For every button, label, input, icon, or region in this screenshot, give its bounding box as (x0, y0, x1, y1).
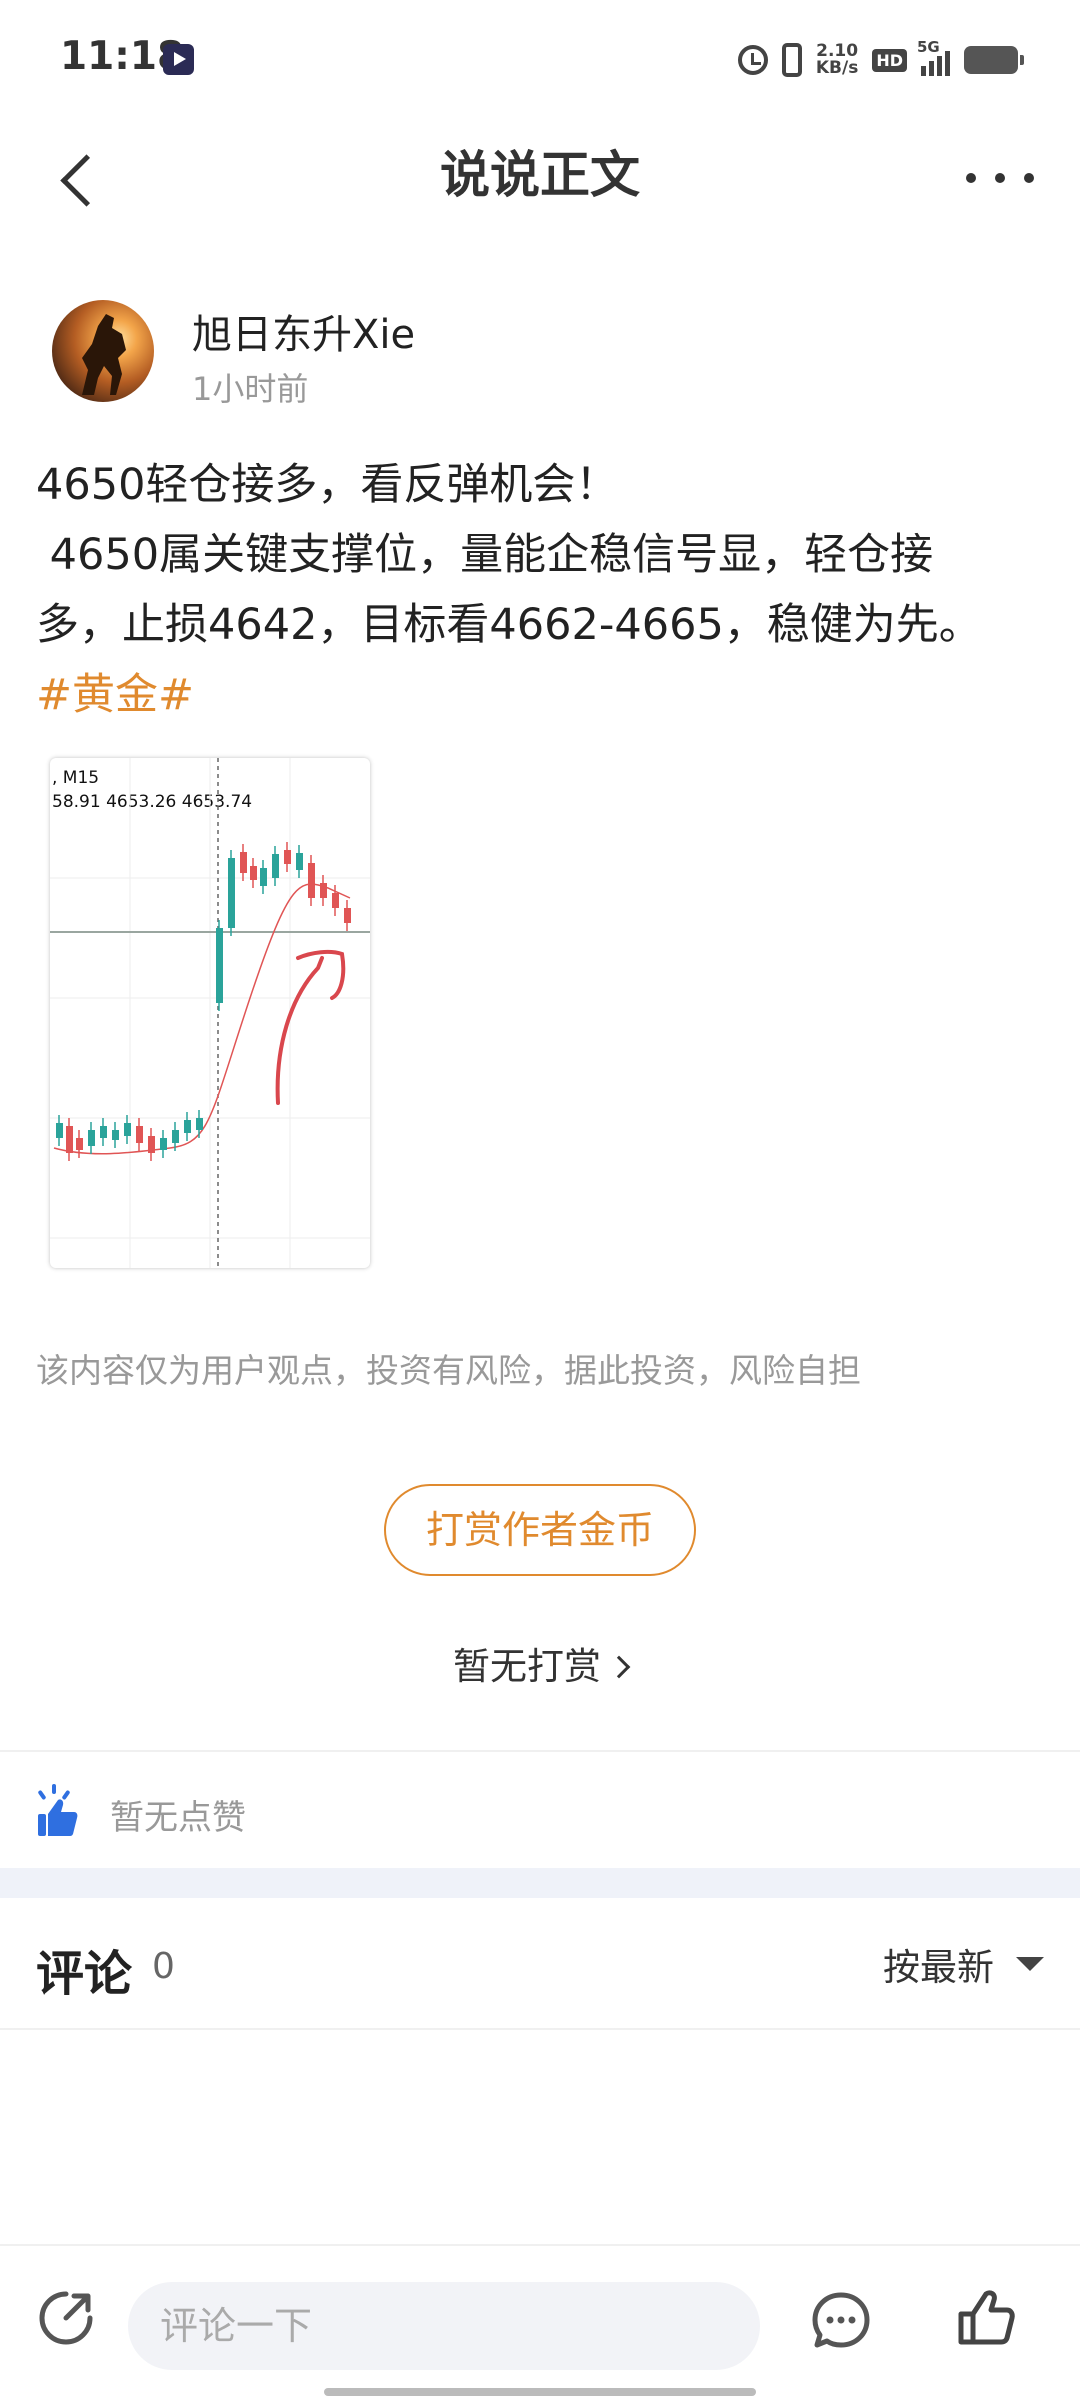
sort-label: 按最新 (883, 1946, 994, 1989)
more-options-button[interactable] (960, 148, 1040, 208)
post-time: 1小时前 (192, 370, 309, 408)
reward-author-button[interactable]: 打赏作者金币 (384, 1484, 696, 1576)
candle-body (160, 1138, 167, 1150)
candle-body (56, 1123, 63, 1138)
more-dot (995, 173, 1005, 183)
candle-body (66, 1126, 73, 1153)
page-title: 说说正文 (440, 146, 640, 204)
chart-drawing (50, 758, 370, 1268)
candle-body (76, 1138, 83, 1150)
post-image[interactable]: , M15 58.91 4653.26 4653.74 (50, 758, 370, 1268)
disclaimer-text: 该内容仅为用户观点，投资有风险，据此投资，风险自担 (36, 1351, 861, 1390)
network-speed-unit: KB/s (815, 58, 859, 78)
share-icon[interactable] (36, 2288, 96, 2348)
more-dot (1024, 173, 1034, 183)
horse-silhouette (82, 314, 126, 395)
section-separator (0, 1868, 1080, 1898)
author-name[interactable]: 旭日东升Xie (192, 302, 415, 360)
candle-body (284, 850, 291, 864)
post-content: 4650轻仓接多，看反弹机会！ 4650属关键支撑位，量能企稳信号显，轻仓接 多… (36, 450, 1056, 730)
reward-status-link[interactable]: 暂无打赏 (0, 1636, 1080, 1690)
battery-icon (964, 46, 1024, 74)
comments-header: 评论 0 按最新 (0, 1898, 1080, 2028)
post-text-line: 4650属关键支撑位，量能企稳信号显，轻仓接 (36, 530, 934, 580)
signal-icon: 5G (917, 38, 950, 76)
comments-title: 评论 (36, 1946, 133, 2002)
candle-body (196, 1118, 203, 1130)
post-text-line: 多，止损4642，目标看4662-4665，稳健为先。 (36, 600, 982, 650)
candle-body (228, 858, 235, 928)
candle-body (100, 1126, 107, 1138)
sort-dropdown[interactable]: 按最新 (883, 1936, 1044, 1992)
signal-5g-label: 5G (917, 38, 940, 56)
status-bar: 11:18 2.10 KB/s HD 5G (0, 0, 1080, 118)
candle-body (88, 1130, 95, 1146)
candle-body (240, 852, 247, 873)
bottom-action-bar: 评论一下 (0, 2244, 1080, 2400)
likes-row[interactable]: 暂无点赞 (0, 1752, 1080, 1870)
likes-text: 暂无点赞 (110, 1798, 246, 1838)
app-notification-icon (163, 44, 194, 75)
caret-down-icon (1016, 1957, 1044, 1971)
network-speed: 2.10 KB/s (816, 43, 858, 77)
divider (0, 2028, 1080, 2030)
candle-body (148, 1136, 155, 1153)
candle-body (308, 863, 315, 898)
more-dot (966, 173, 976, 183)
comment-bubble-icon[interactable] (810, 2290, 872, 2352)
candle-body (272, 854, 279, 878)
comments-count: 0 (152, 1946, 175, 1987)
thumbs-up-icon (38, 1784, 78, 1836)
hashtag-link[interactable]: #黄金# (36, 660, 1056, 730)
hd-icon: HD (872, 48, 907, 72)
vibrate-icon (781, 43, 802, 77)
candle-body (124, 1123, 131, 1136)
candle-body (250, 866, 257, 880)
author-avatar[interactable] (52, 300, 154, 402)
candle-body (216, 928, 223, 1003)
like-icon[interactable] (956, 2288, 1016, 2348)
candle-body (184, 1120, 191, 1133)
candle-body (296, 853, 303, 870)
candle-body (260, 868, 267, 886)
chevron-right-icon (607, 1655, 631, 1679)
reward-status-text: 暂无打赏 (453, 1645, 601, 1688)
status-icons: 2.10 KB/s HD 5G (737, 38, 1024, 82)
alarm-icon (737, 45, 768, 75)
candle-body (112, 1130, 119, 1140)
candle-body (344, 908, 351, 923)
home-indicator[interactable] (324, 2388, 756, 2396)
candle-body (332, 893, 339, 908)
candle-body (320, 883, 327, 898)
nav-bar: 说说正文 (0, 118, 1080, 248)
post-text-line: 4650轻仓接多，看反弹机会！ (36, 460, 619, 510)
comment-input[interactable]: 评论一下 (128, 2282, 760, 2370)
candle-body (172, 1130, 179, 1143)
candle-body (136, 1126, 143, 1143)
